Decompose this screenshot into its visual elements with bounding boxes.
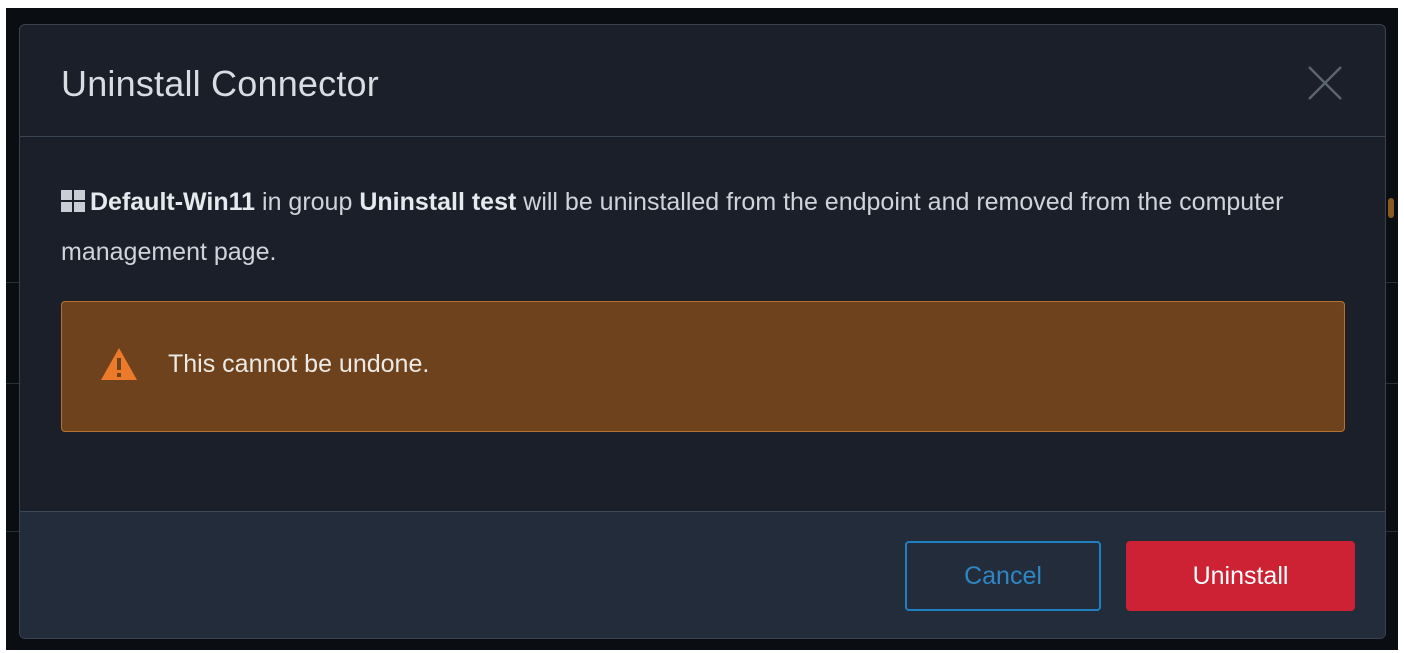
- dialog-header: Uninstall Connector: [20, 25, 1385, 137]
- windows-icon: [61, 190, 85, 212]
- cancel-button[interactable]: Cancel: [905, 541, 1101, 611]
- background-status-indicator: [1388, 198, 1394, 218]
- warning-text: This cannot be undone.: [168, 350, 430, 378]
- dialog-message: Default-Win11 in group Uninstall test wi…: [61, 177, 1341, 277]
- group-name: Uninstall test: [359, 188, 517, 216]
- uninstall-button[interactable]: Uninstall: [1126, 541, 1355, 611]
- close-icon: [1308, 66, 1342, 100]
- dialog-footer: Cancel Uninstall: [20, 511, 1385, 638]
- uninstall-connector-dialog: Uninstall Connector Default-Win11 in gro…: [19, 24, 1386, 639]
- dialog-body: Default-Win11 in group Uninstall test wi…: [20, 137, 1385, 511]
- computer-name: Default-Win11: [90, 188, 256, 216]
- warning-alert: This cannot be undone.: [61, 301, 1345, 432]
- warning-triangle-icon: [101, 348, 137, 380]
- dialog-title: Uninstall Connector: [61, 63, 379, 104]
- message-text-group: in group: [255, 188, 360, 216]
- close-button[interactable]: [1303, 61, 1347, 105]
